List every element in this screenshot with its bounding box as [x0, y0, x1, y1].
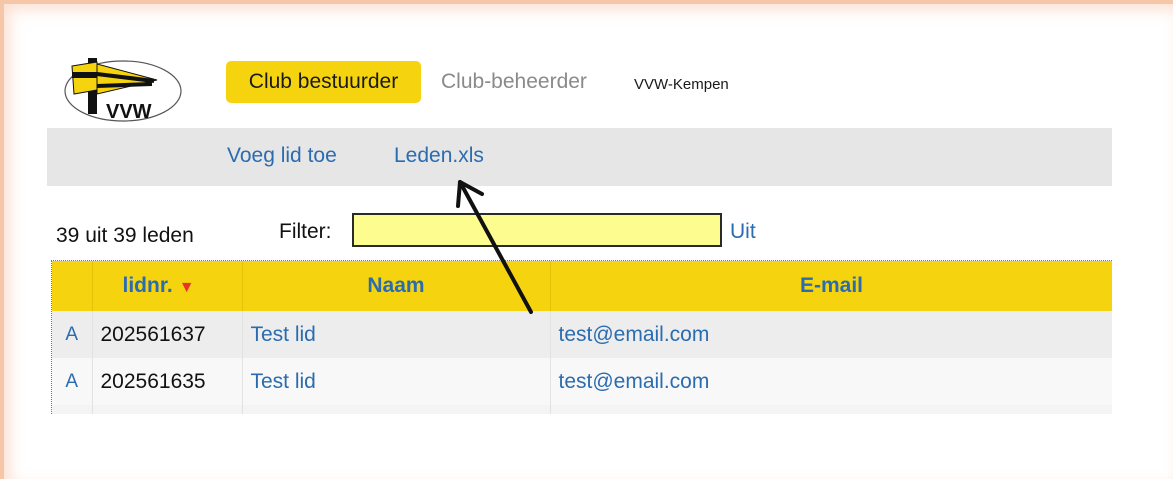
row-member-id: 202561635 [92, 358, 243, 405]
filter-input[interactable] [352, 213, 722, 247]
sort-down-icon[interactable]: ▼ [179, 279, 195, 296]
member-count: 39 uit 39 leden [56, 224, 194, 247]
vvw-logo-icon[interactable]: VVW [62, 54, 184, 124]
column-header-lidnr[interactable]: lidnr. ▼ [92, 261, 243, 311]
row-stub-cell [92, 405, 243, 414]
row-name-link[interactable]: Test lid [242, 311, 551, 358]
row-name-link[interactable]: Test lid [242, 358, 551, 405]
filter-off-link[interactable]: Uit [730, 220, 756, 244]
action-bar: Voeg lid toe Leden.xls [47, 128, 1112, 186]
table-row: A 202561635 Test lid test@email.com [52, 358, 1112, 405]
nav-club-beheerder[interactable]: Club-beheerder [441, 61, 587, 103]
window-frame: VVW Club bestuurder Club-beheerder VVW-K… [0, 0, 1173, 479]
row-email-link[interactable]: test@email.com [550, 311, 1112, 358]
row-stub-cell [52, 405, 93, 414]
row-flag-link[interactable]: A [52, 311, 93, 358]
export-xls-link[interactable]: Leden.xls [394, 144, 484, 168]
members-table: lidnr. ▼ Naam E-mail A 202561637 Test lid… [51, 260, 1112, 414]
row-email-link[interactable]: test@email.com [550, 358, 1112, 405]
svg-text:VVW: VVW [106, 101, 152, 123]
filter-label: Filter: [279, 220, 332, 243]
column-header-naam[interactable]: Naam [242, 261, 551, 311]
row-stub-cell [242, 405, 551, 414]
table-header-row: lidnr. ▼ Naam E-mail [52, 261, 1112, 311]
row-member-id: 202561637 [92, 311, 243, 358]
row-flag-link[interactable]: A [52, 358, 93, 405]
column-header-email[interactable]: E-mail [550, 261, 1112, 311]
column-header-flag [52, 261, 93, 311]
nav-club-bestuurder[interactable]: Club bestuurder [226, 61, 421, 103]
column-header-lidnr-label: lidnr. [122, 274, 173, 297]
nav-vvw-kempen[interactable]: VVW-Kempen [634, 64, 729, 106]
table-row: A 202561637 Test lid test@email.com [52, 311, 1112, 358]
row-stub-cell [550, 405, 1112, 414]
add-member-link[interactable]: Voeg lid toe [227, 144, 337, 168]
table-row [52, 405, 1112, 414]
